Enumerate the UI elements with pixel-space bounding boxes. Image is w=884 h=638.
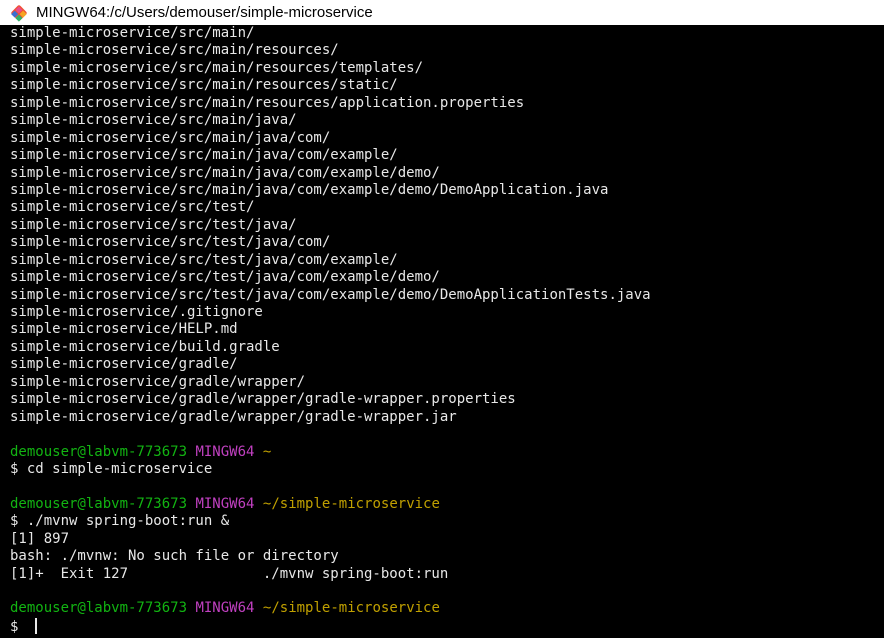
- output-line: simple-microservice/gradle/wrapper/gradl…: [10, 391, 884, 408]
- output-text: simple-microservice/build.gradle: [10, 338, 280, 355]
- prompt-user-host: demouser@labvm-773673: [10, 495, 188, 512]
- output-line: simple-microservice/gradle/wrapper/: [10, 374, 884, 391]
- terminal-output[interactable]: simple-microservice/src/main/simple-micr…: [0, 25, 884, 638]
- prompt-path: ~/simple-microservice: [262, 495, 440, 512]
- output-text: simple-microservice/src/main/resources/: [10, 42, 339, 59]
- output-text: simple-microservice/gradle/wrapper/gradl…: [10, 391, 516, 408]
- command-line: $ ./mvnw spring-boot:run &: [10, 513, 884, 530]
- output-line: simple-microservice/src/test/java/com/: [10, 234, 884, 251]
- output-text: simple-microservice/src/main/java/: [10, 112, 297, 129]
- output-line: simple-microservice/gradle/: [10, 356, 884, 373]
- command-output-line: [1] 897: [10, 531, 884, 548]
- output-text: simple-microservice/src/test/java/com/ex…: [10, 269, 440, 286]
- output-text: simple-microservice/src/test/: [10, 199, 255, 216]
- title-bar[interactable]: MINGW64:/c/Users/demouser/simple-microse…: [0, 0, 884, 25]
- command-output-line: [1]+ Exit 127 ./mvnw spring-boot:run: [10, 566, 884, 583]
- output-line: simple-microservice/gradle/wrapper/gradl…: [10, 409, 884, 426]
- prompt-path: ~: [262, 443, 272, 460]
- output-text: simple-microservice/src/test/java/com/ex…: [10, 251, 398, 268]
- output-text: simple-microservice/gradle/wrapper/gradl…: [10, 408, 457, 425]
- output-text: simple-microservice/src/main/resources/s…: [10, 77, 398, 94]
- command-output-text: [1] 897: [10, 530, 70, 547]
- output-line: simple-microservice/src/test/java/com/ex…: [10, 269, 884, 286]
- command-text: $ ./mvnw spring-boot:run &: [10, 513, 230, 530]
- output-line: simple-microservice/HELP.md: [10, 321, 884, 338]
- output-text: simple-microservice/HELP.md: [10, 321, 238, 338]
- window-title: MINGW64:/c/Users/demouser/simple-microse…: [36, 4, 373, 21]
- output-text: simple-microservice/src/test/java/com/ex…: [10, 286, 651, 303]
- output-line: simple-microservice/src/main/: [10, 25, 884, 42]
- prompt-line: demouser@labvm-773673 MINGW64 ~/simple-m…: [10, 496, 884, 513]
- command-line: $ cd simple-microservice: [10, 461, 884, 478]
- command-text: $ cd simple-microservice: [10, 460, 213, 477]
- prompt-line: demouser@labvm-773673 MINGW64 ~/simple-m…: [10, 600, 884, 617]
- output-text: simple-microservice/src/test/java/com/: [10, 234, 331, 251]
- prompt-path: ~/simple-microservice: [262, 600, 440, 617]
- output-line: simple-microservice/src/main/java/com/ex…: [10, 182, 884, 199]
- output-line: simple-microservice/src/main/resources/a…: [10, 95, 884, 112]
- output-line: simple-microservice/src/main/resources/s…: [10, 77, 884, 94]
- prompt-user-host: demouser@labvm-773673: [10, 600, 188, 617]
- output-line: simple-microservice/src/main/java/com/ex…: [10, 165, 884, 182]
- output-line: simple-microservice/.gitignore: [10, 304, 884, 321]
- output-text: simple-microservice/src/test/java/: [10, 216, 297, 233]
- prompt-line: demouser@labvm-773673 MINGW64 ~: [10, 444, 884, 461]
- output-line: simple-microservice/src/test/java/com/ex…: [10, 252, 884, 269]
- output-text: simple-microservice/src/main/java/com/ex…: [10, 181, 609, 198]
- output-line: simple-microservice/src/main/java/: [10, 112, 884, 129]
- output-text: simple-microservice/.gitignore: [10, 304, 263, 320]
- output-text: simple-microservice/gradle/wrapper/: [10, 373, 306, 390]
- output-line: simple-microservice/src/test/java/com/ex…: [10, 287, 884, 304]
- output-text: simple-microservice/gradle/: [10, 356, 238, 373]
- output-line: simple-microservice/src/test/: [10, 199, 884, 216]
- output-text: simple-microservice/src/main/resources/t…: [10, 59, 424, 76]
- input-line[interactable]: $: [10, 617, 884, 635]
- output-line: simple-microservice/src/main/java/com/: [10, 130, 884, 147]
- prompt-user-host: demouser@labvm-773673: [10, 443, 188, 460]
- output-text: simple-microservice/src/main/java/com/ex…: [10, 147, 398, 164]
- output-line: simple-microservice/src/main/resources/: [10, 42, 884, 59]
- prompt-shell: MINGW64: [195, 600, 255, 617]
- prompt-shell: MINGW64: [195, 443, 255, 460]
- output-text: simple-microservice/src/main/: [10, 25, 255, 41]
- command-output-line: bash: ./mvnw: No such file or directory: [10, 548, 884, 565]
- output-line: simple-microservice/build.gradle: [10, 339, 884, 356]
- git-bash-icon: [9, 3, 29, 23]
- input-prefix: $: [10, 618, 27, 635]
- terminal-window: MINGW64:/c/Users/demouser/simple-microse…: [0, 0, 884, 638]
- command-output-text: [1]+ Exit 127 ./mvnw spring-boot:run: [10, 565, 449, 582]
- output-text: simple-microservice/src/main/java/com/ex…: [10, 164, 440, 181]
- output-text: simple-microservice/src/main/java/com/: [10, 129, 331, 146]
- prompt-shell: MINGW64: [195, 495, 255, 512]
- output-line: simple-microservice/src/main/java/com/ex…: [10, 147, 884, 164]
- text-cursor: [34, 617, 37, 634]
- output-line: simple-microservice/src/main/resources/t…: [10, 60, 884, 77]
- output-text: simple-microservice/src/main/resources/a…: [10, 94, 525, 111]
- command-output-text: bash: ./mvnw: No such file or directory: [10, 548, 339, 565]
- output-line: simple-microservice/src/test/java/: [10, 217, 884, 234]
